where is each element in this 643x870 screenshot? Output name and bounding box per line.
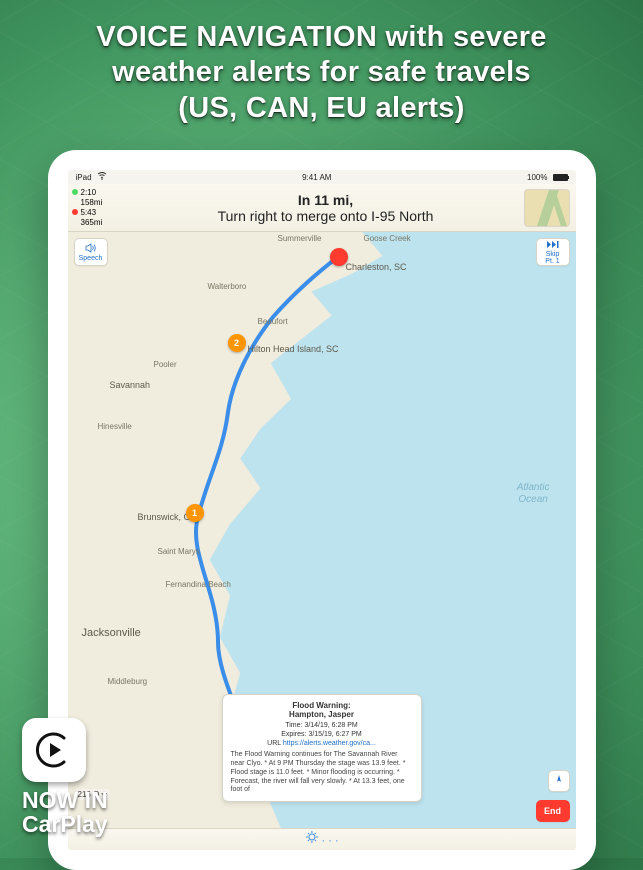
end-label: End [544,806,561,816]
wifi-icon [97,172,107,182]
destination-pin[interactable] [330,248,348,266]
city-summerville: Summerville [278,234,322,243]
nav-instruction-distance: In 11 mi, [128,192,524,208]
speech-button[interactable]: Speech [74,238,108,266]
carplay-badge: NOW IN CarPlay [22,718,142,836]
alert-body-text: The Flood Warning continues for The Sava… [231,751,413,795]
end-button[interactable]: End [536,800,570,822]
alert-title: Flood Warning: Hampton, Jasper [231,701,413,719]
battery-icon [553,174,568,181]
compass-button[interactable] [548,770,570,792]
ipad-screen: iPad 9:41 AM 100% 2:10158mi 5:43365mi [68,170,576,850]
skip-sublabel: Pt. 1 [545,258,559,265]
skip-forward-icon [546,240,560,251]
headline-line-3: (US, CAN, EU alerts) [20,91,623,126]
alert-expires: Expires: 3/15/19, 6:27 PM [231,731,413,738]
city-jacksonville: Jacksonville [82,627,141,639]
clock: 9:41 AM [302,173,331,182]
eta-dest-time: 5:43 [81,208,103,218]
skip-point-button[interactable]: Skip Pt. 1 [536,238,570,266]
eta-next-dot [72,189,78,195]
city-pooler: Pooler [154,360,177,369]
minimap-thumbnail[interactable] [524,189,570,227]
battery-pct: 100% [527,173,547,182]
weather-alert-card[interactable]: Flood Warning: Hampton, Jasper Time: 3/1… [222,694,422,802]
alert-url-row[interactable]: URL https://alerts.weather.gov/ca... [231,740,413,747]
compass-icon [553,774,565,789]
headline-line-2: weather alerts for safe travels [20,55,623,90]
carplay-text: NOW IN CarPlay [22,788,142,836]
headline: VOICE NAVIGATION with severe weather ale… [0,0,643,142]
eta-panel: 2:10158mi 5:43365mi [68,185,128,231]
city-saintmarys: Saint Marys [158,547,200,556]
status-bar: iPad 9:41 AM 100% [68,170,576,184]
speech-label: Speech [79,255,103,262]
settings-gear-icon[interactable]: · · · [304,830,338,847]
city-middleburg: Middleburg [108,677,148,686]
city-fernandina: Fernandina Beach [166,580,231,589]
carplay-icon [22,718,86,782]
nav-bar: 2:10158mi 5:43365mi In 11 mi, Turn right… [68,184,576,232]
ocean-label: Atlantic Ocean [517,482,550,506]
city-savannah: Savannah [110,380,151,390]
map-view[interactable]: Summerville Goose Creek Charleston, SC W… [68,232,576,828]
nav-instruction: In 11 mi, Turn right to merge onto I-95 … [128,192,524,224]
headline-line-1: VOICE NAVIGATION with severe [20,20,623,55]
city-walterboro: Walterboro [208,282,247,291]
city-hinesville: Hinesville [98,422,132,431]
eta-dest-dist: 365mi [81,218,103,228]
waypoint-2[interactable]: 2 [228,334,246,352]
eta-next-time: 2:10 [81,188,103,198]
alert-url-link[interactable]: https://alerts.weather.gov/ca... [283,740,376,747]
alert-time: Time: 3/14/19, 6:28 PM [231,722,413,729]
speaker-icon [85,243,97,255]
city-charleston: Charleston, SC [346,262,407,272]
waypoint-1[interactable]: 1 [186,504,204,522]
skip-label: Skip [546,251,560,258]
city-beaufort: Beaufort [258,317,288,326]
device-label: iPad [76,173,92,182]
city-hiltonhead: Hilton Head Island, SC [248,344,339,354]
nav-instruction-text: Turn right to merge onto I-95 North [128,208,524,224]
bottom-toolbar: · · · [68,828,576,850]
eta-dest-dot [72,209,78,215]
city-goosecreek: Goose Creek [364,234,411,243]
eta-next-dist: 158mi [81,198,103,208]
